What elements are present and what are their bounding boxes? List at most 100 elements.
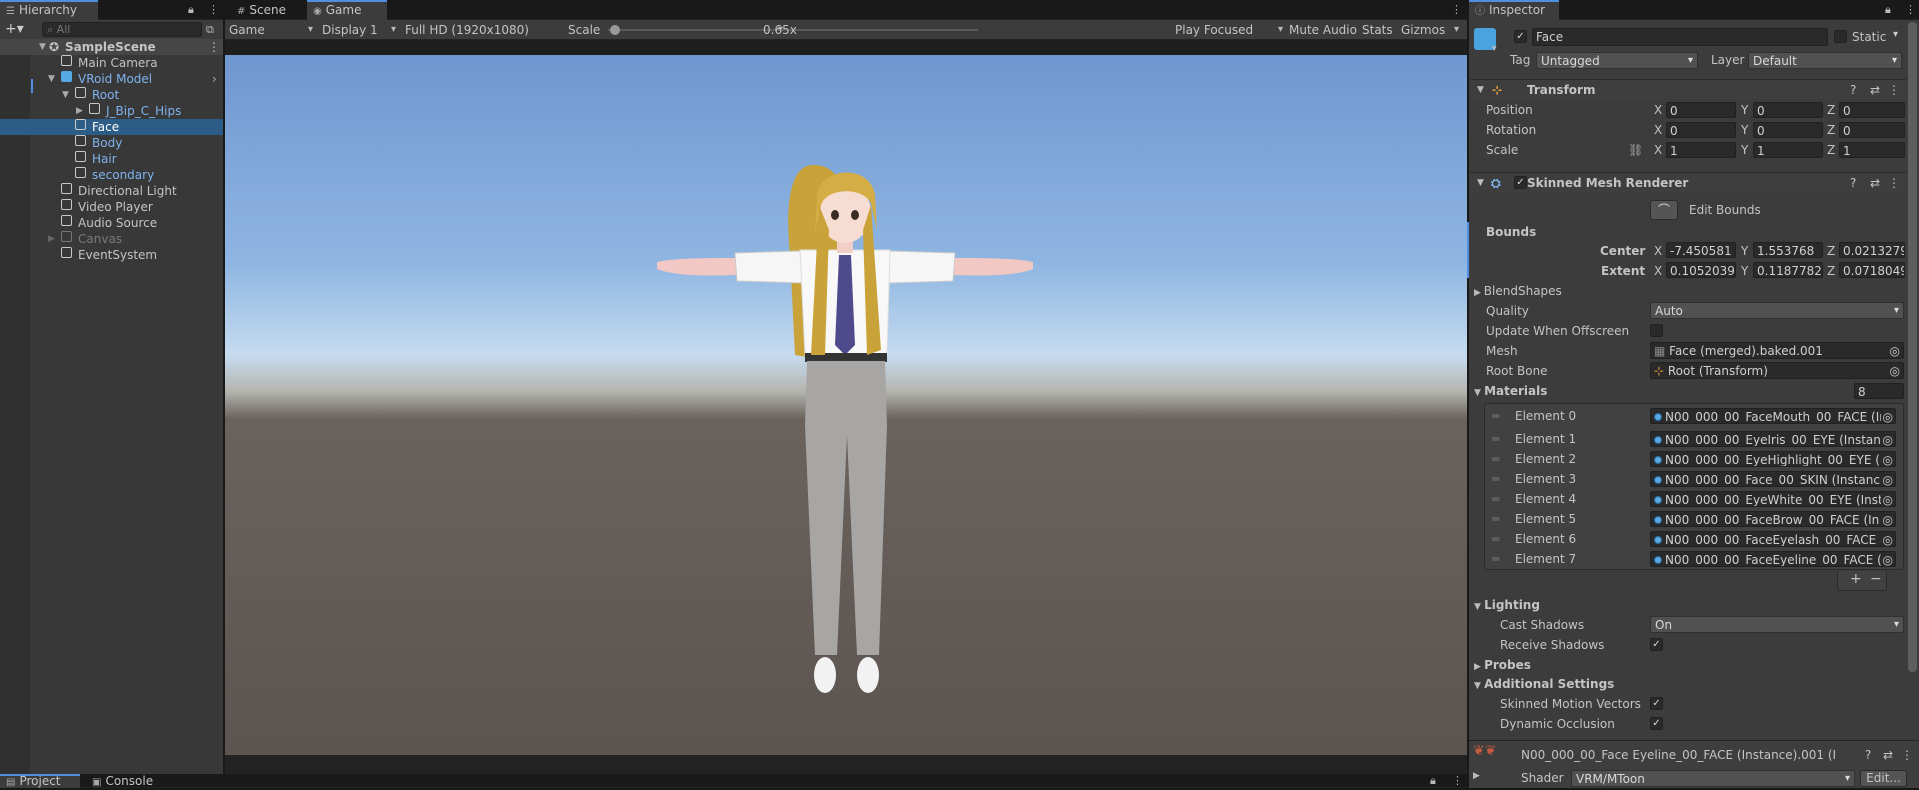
expand-arrow-icon[interactable]: ▼	[1474, 681, 1484, 691]
root-bone-field[interactable]: ⊹ Root (Transform) ◎	[1650, 362, 1904, 379]
add-element-button[interactable]: +	[1850, 571, 1862, 587]
material-element-row[interactable]: ═ Element 0 N00_000_00_FaceMouth_00_FACE…	[1487, 406, 1899, 426]
hierarchy-item[interactable]: Video Player	[0, 199, 223, 215]
constrain-proportions-icon[interactable]: ⛓	[1628, 143, 1643, 157]
expand-arrow-icon[interactable]: ▼	[1477, 173, 1484, 193]
remove-element-button[interactable]: −	[1870, 571, 1882, 587]
play-mode-dropdown[interactable]: Play Focused	[1175, 20, 1287, 40]
object-picker-icon[interactable]: ◎	[1880, 532, 1893, 546]
material-element-row[interactable]: ═ Element 3 N00_000_00_Face_00_SKIN (Ins…	[1487, 469, 1899, 489]
lock-icon[interactable]: 🔒︎	[188, 3, 194, 17]
inspector-scrollbar[interactable]	[1908, 22, 1917, 672]
material-element-row[interactable]: ═ Element 6 N00_000_00_FaceEyelash_00_FA…	[1487, 529, 1899, 549]
drag-handle-icon[interactable]: ═	[1492, 429, 1499, 449]
expand-arrow-icon[interactable]: ▼	[1474, 602, 1484, 612]
edit-bounds-button[interactable]: ⌒	[1650, 200, 1678, 220]
transform-y-field[interactable]: 1	[1753, 142, 1823, 158]
hierarchy-item-inactive[interactable]: ▶ Canvas	[0, 231, 223, 247]
material-element-row[interactable]: ═ Element 2 N00_000_00_EyeHighlight_00_E…	[1487, 449, 1899, 469]
drag-handle-icon[interactable]: ═	[1492, 406, 1499, 426]
kebab-menu-icon[interactable]: ⋮	[1452, 774, 1463, 787]
material-element-row[interactable]: ═ Element 1 N00_000_00_EyeIris_00_EYE (I…	[1487, 429, 1899, 449]
gizmos-dropdown[interactable]: Gizmos	[1401, 20, 1463, 40]
object-name-field[interactable]: Face	[1532, 28, 1828, 46]
transform-y-field[interactable]: 0	[1753, 122, 1823, 138]
help-icon[interactable]: ?	[1850, 80, 1856, 100]
object-picker-icon[interactable]: ◎	[1880, 452, 1893, 466]
material-field[interactable]: N00_000_00_FaceMouth_00_FACE (Ir ◎	[1650, 408, 1896, 424]
blendshapes-row[interactable]: ▶ BlendShapes	[1474, 282, 1894, 300]
object-picker-icon[interactable]: ◎	[1880, 432, 1893, 446]
active-checkbox[interactable]: ✓	[1514, 30, 1527, 43]
preset-icon[interactable]: ⇄	[1883, 748, 1893, 762]
object-picker-icon[interactable]: ◎	[1880, 492, 1893, 506]
transform-z-field[interactable]: 0	[1839, 102, 1905, 118]
tab-game[interactable]: ◉ Game	[307, 0, 387, 20]
extent-z-field[interactable]: 0.0718049	[1839, 262, 1905, 278]
collapse-arrow-icon[interactable]: ▶	[1474, 662, 1484, 672]
lighting-row[interactable]: ▼ Lighting	[1474, 596, 1894, 614]
tab-console[interactable]: ▣ Console	[86, 774, 166, 788]
help-icon[interactable]: ?	[1865, 748, 1871, 762]
hierarchy-item[interactable]: Audio Source	[0, 215, 223, 231]
material-element-row[interactable]: ═ Element 7 N00_000_00_FaceEyeline_00_FA…	[1487, 549, 1899, 569]
scene-row[interactable]: ▼ ✪ SampleScene ⋮	[0, 39, 223, 55]
center-x-field[interactable]: -7.450581	[1666, 242, 1736, 258]
material-field[interactable]: N00_000_00_EyeWhite_00_EYE (Insta ◎	[1650, 491, 1896, 507]
transform-y-field[interactable]: 0	[1753, 102, 1823, 118]
materials-count-field[interactable]: 8	[1854, 383, 1904, 399]
transform-z-field[interactable]: 1	[1839, 142, 1905, 158]
edit-shader-button[interactable]: Edit...	[1860, 770, 1907, 787]
object-picker-icon[interactable]: ◎	[1880, 472, 1893, 486]
hierarchy-item-selected[interactable]: Face	[0, 119, 223, 135]
expand-arrow-icon[interactable]: ▼	[1477, 80, 1484, 100]
lock-icon[interactable]: 🔒︎	[1885, 3, 1891, 17]
static-checkbox[interactable]	[1834, 30, 1847, 43]
kebab-menu-icon[interactable]: ⋮	[208, 39, 220, 55]
drag-handle-icon[interactable]: ═	[1492, 529, 1499, 549]
hierarchy-item[interactable]: ▼ Root	[0, 87, 223, 103]
expand-arrow-icon[interactable]: ▼	[48, 71, 58, 87]
center-y-field[interactable]: 1.553768	[1753, 242, 1823, 258]
material-field[interactable]: N00_000_00_FaceEyeline_00_FACE ( ◎	[1650, 551, 1896, 567]
kebab-menu-icon[interactable]: ⋮	[1888, 80, 1900, 100]
filter-icon[interactable]: ⧉	[206, 23, 214, 37]
layer-dropdown[interactable]: Default	[1748, 52, 1902, 69]
tab-hierarchy[interactable]: ☰ Hierarchy	[0, 0, 98, 20]
quality-dropdown[interactable]: Auto	[1650, 302, 1904, 319]
drag-handle-icon[interactable]: ═	[1492, 449, 1499, 469]
material-element-row[interactable]: ═ Element 5 N00_000_00_FaceBrow_00_FACE …	[1487, 509, 1899, 529]
collapse-arrow-icon[interactable]: ▶	[1474, 288, 1484, 298]
material-field[interactable]: N00_000_00_FaceBrow_00_FACE (In ◎	[1650, 511, 1896, 527]
material-field[interactable]: N00_000_00_Face_00_SKIN (Instanc ◎	[1650, 471, 1896, 487]
tab-inspector[interactable]: ⓘ Inspector	[1469, 0, 1559, 20]
kebab-menu-icon[interactable]: ⋮	[1888, 173, 1900, 193]
collapse-arrow-icon[interactable]: ▶	[76, 103, 86, 119]
transform-z-field[interactable]: 0	[1839, 122, 1905, 138]
material-element-row[interactable]: ═ Element 4 N00_000_00_EyeWhite_00_EYE (…	[1487, 489, 1899, 509]
tag-dropdown[interactable]: Untagged	[1536, 52, 1698, 69]
mesh-field[interactable]: ▦ Face (merged).baked.001 ◎	[1650, 342, 1904, 359]
dynamic-occlusion-checkbox[interactable]: ✓	[1650, 717, 1663, 730]
extent-y-field[interactable]: 0.1187782	[1753, 262, 1823, 278]
display-dropdown[interactable]: Display 1	[322, 20, 400, 40]
additional-settings-row[interactable]: ▼ Additional Settings	[1474, 675, 1894, 693]
hierarchy-item[interactable]: Main Camera	[0, 55, 223, 71]
chevron-down-icon[interactable]: ▾	[1893, 29, 1898, 40]
receive-shadows-checkbox[interactable]: ✓	[1650, 638, 1663, 651]
chevron-down-icon[interactable]: ▾	[1492, 44, 1497, 54]
smr-header[interactable]: ▼ ⛭ ✓ Skinned Mesh Renderer ? ⇄ ⋮	[1470, 172, 1906, 192]
transform-header[interactable]: ▼ ⊹ Transform ? ⇄ ⋮	[1470, 79, 1906, 99]
add-button[interactable]: +▾	[5, 21, 24, 37]
hierarchy-search[interactable]: ⌕ All	[42, 22, 202, 37]
transform-x-field[interactable]: 0	[1666, 122, 1736, 138]
hierarchy-item[interactable]: ▶ J_Bip_C_Hips	[0, 103, 223, 119]
materials-row[interactable]: ▼ Materials	[1474, 382, 1894, 400]
kebab-menu-icon[interactable]: ⋮	[1451, 3, 1462, 16]
drag-handle-icon[interactable]: ═	[1492, 509, 1499, 529]
lock-icon[interactable]: 🔒︎	[1430, 774, 1436, 788]
motion-vectors-checkbox[interactable]: ✓	[1650, 697, 1663, 710]
center-z-field[interactable]: 0.0213279	[1839, 242, 1905, 258]
update-offscreen-checkbox[interactable]	[1650, 324, 1663, 337]
object-picker-icon[interactable]: ◎	[1880, 409, 1893, 423]
